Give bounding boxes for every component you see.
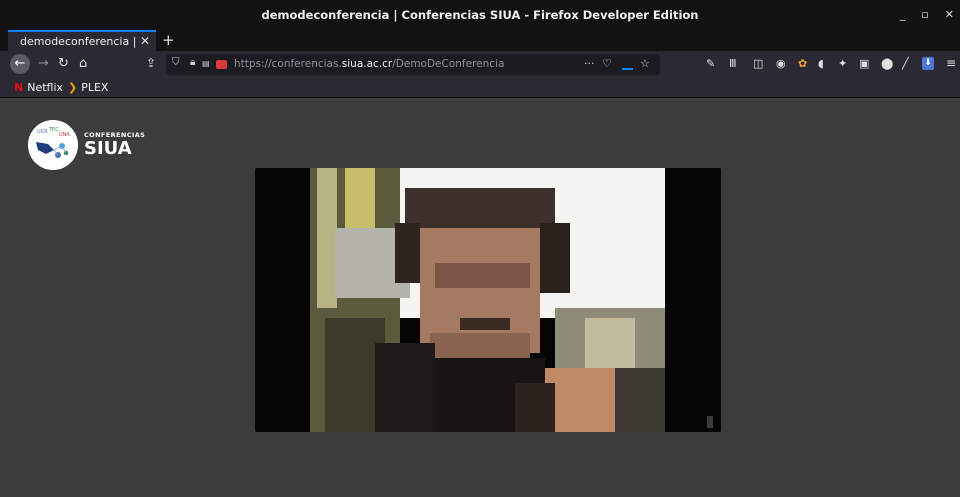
wrench-icon[interactable]: ✎ — [706, 57, 715, 70]
plex-icon: ❯ — [68, 81, 78, 94]
navigation-toolbar: ← → ↻ ⌂ ⇪ ⛉ 🔒︎ ▤ https://conferencias.si… — [0, 51, 960, 78]
extension-icon-1[interactable]: ◉ — [776, 57, 786, 70]
page-content: UCR TEC UNA CONFERENCIAS SIUA — [0, 98, 960, 497]
tab-strip: demodeconferencia | Co ✕ + — [0, 30, 960, 51]
extension-icon-6[interactable]: ⬤ — [881, 57, 893, 70]
url-bar[interactable]: ⛉ 🔒︎ ▤ https://conferencias.siua.ac.cr/D… — [166, 54, 660, 75]
close-window-button[interactable]: ✕ — [945, 8, 954, 21]
star-icon[interactable]: ☆ — [640, 57, 650, 70]
siua-logo[interactable]: UCR TEC UNA CONFERENCIAS SIUA — [28, 120, 145, 170]
bookmarks-toolbar: N Netflix ❯ PLEX — [0, 78, 960, 98]
bookmark-netflix[interactable]: N Netflix — [14, 81, 63, 94]
sidebar-icon[interactable]: ◫ — [753, 57, 763, 70]
forward-icon[interactable]: → — [38, 56, 49, 71]
new-tab-button[interactable]: + — [162, 31, 175, 49]
camera-sharing-icon[interactable] — [216, 60, 227, 69]
minimize-button[interactable]: _ — [900, 8, 906, 21]
window-title: demodeconferencia | Conferencias SIUA - … — [261, 8, 699, 22]
logo-text: CONFERENCIAS SIUA — [84, 132, 145, 159]
back-icon[interactable]: ← — [10, 54, 30, 74]
video-frame-image — [255, 168, 721, 432]
download-icon[interactable]: ⬇ — [922, 57, 934, 70]
menu-icon[interactable]: ≡ — [946, 56, 956, 70]
logo-main-text: SIUA — [84, 138, 132, 160]
bookmark-label: Netflix — [27, 81, 64, 94]
shield-icon[interactable]: ⛉ — [172, 57, 180, 68]
page-actions-icon[interactable]: ··· — [584, 57, 595, 70]
download-progress-icon[interactable] — [622, 68, 633, 70]
svg-text:UCR: UCR — [37, 129, 48, 135]
svg-text:TEC: TEC — [48, 127, 59, 133]
bookmark-label: PLEX — [81, 81, 109, 94]
logo-emblem-icon: UCR TEC UNA — [28, 120, 78, 170]
home-icon[interactable]: ⌂ — [79, 56, 87, 71]
window-controls: _ ▫ ✕ — [900, 8, 954, 21]
url-text[interactable]: https://conferencias.siua.ac.cr/DemoDeCo… — [234, 58, 504, 70]
extension-icon-7[interactable]: ╱ — [902, 57, 909, 70]
window-titlebar: demodeconferencia | Conferencias SIUA - … — [0, 0, 960, 30]
close-tab-icon[interactable]: ✕ — [140, 34, 150, 48]
tab-demodeconferencia[interactable]: demodeconferencia | Co ✕ — [8, 30, 156, 51]
pocket-icon[interactable]: ♡ — [602, 57, 612, 70]
netflix-icon: N — [14, 81, 24, 94]
bookmark-up-icon[interactable]: ⇪ — [146, 56, 156, 70]
lock-icon[interactable]: 🔒︎ — [190, 57, 195, 68]
library-icon[interactable]: Ⅲ — [729, 57, 737, 70]
extension-icon-4[interactable]: ✦ — [838, 57, 847, 70]
bookmark-plex[interactable]: ❯ PLEX — [68, 81, 108, 94]
extension-icon-5[interactable]: ▣ — [859, 57, 869, 70]
tab-title: demodeconferencia | Co — [20, 35, 138, 48]
permissions-icon[interactable]: ▤ — [202, 59, 210, 68]
extension-icon-3[interactable]: ◖ — [818, 57, 824, 70]
extension-icon-2[interactable]: ✿ — [798, 57, 807, 70]
reload-icon[interactable]: ↻ — [58, 56, 69, 71]
maximize-button[interactable]: ▫ — [921, 8, 928, 21]
svg-text:UNA: UNA — [59, 132, 70, 138]
video-stream[interactable] — [255, 168, 721, 432]
